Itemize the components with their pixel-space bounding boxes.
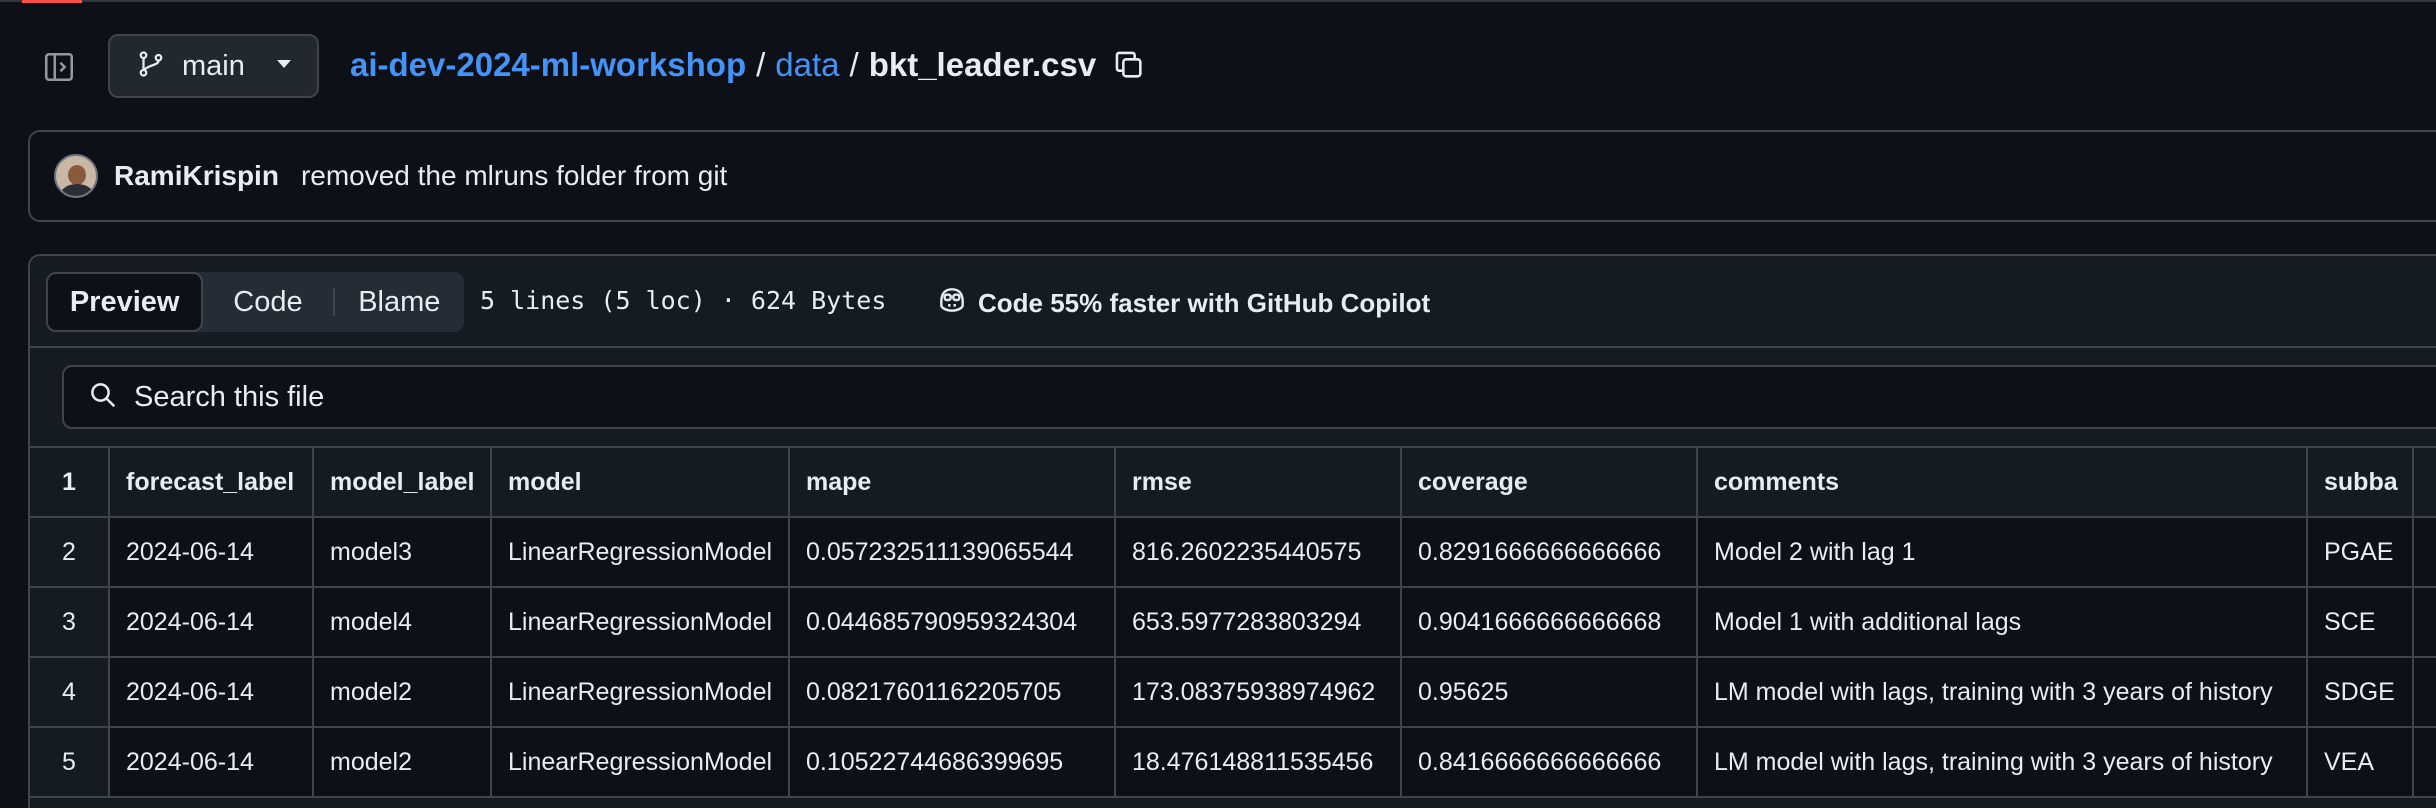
avatar[interactable] [54, 154, 98, 198]
breadcrumb: ai-dev-2024-ml-workshop / data / bkt_lea… [350, 46, 1146, 84]
line-number[interactable]: 3 [30, 588, 110, 656]
table-cell: Model 2 with lag 1 [1698, 518, 2308, 586]
copilot-promo-label: Code 55% faster with GitHub Copilot [978, 288, 1431, 318]
breadcrumb-file-name: bkt_leader.csv [868, 46, 1097, 83]
column-header: model_label [314, 448, 492, 516]
table-cell: PGAE [2308, 518, 2414, 586]
commit-message-link[interactable]: removed the mlruns folder from git [301, 160, 727, 192]
file-size-info: 5 lines (5 loc) · 624 Bytes [480, 286, 887, 315]
copilot-promo-link[interactable]: Code 55% faster with GitHub Copilot [936, 284, 1430, 323]
table-cell: 2024-06-14 [110, 588, 314, 656]
csv-table: 1 forecast_label model_label model mape … [30, 448, 2436, 798]
commit-author-link[interactable]: RamiKrispin [114, 160, 279, 192]
top-border [0, 0, 2436, 2]
table-cell: 0.95625 [1402, 658, 1698, 726]
table-cell: 816.2602235440575 [1116, 518, 1402, 586]
line-number[interactable]: 4 [30, 658, 110, 726]
table-cell: Model 1 with additional lags [1698, 588, 2308, 656]
table-row: 4 2024-06-14 model2 LinearRegressionMode… [30, 658, 2436, 728]
column-header: model [492, 448, 790, 516]
table-cell: 0.08217601162205705 [790, 658, 1116, 726]
search-placeholder: Search this file [134, 380, 325, 413]
table-cell: 0.8416666666666666 [1402, 728, 1698, 796]
latest-commit-bar: RamiKrispin removed the mlruns folder fr… [28, 130, 2436, 222]
top-accent-bar [22, 0, 82, 3]
breadcrumb-dir-link[interactable]: data [775, 46, 839, 84]
line-number[interactable]: 1 [30, 448, 110, 516]
table-cell: model2 [314, 728, 492, 796]
tab-code[interactable]: Code [203, 272, 332, 332]
table-cell: VEA [2308, 728, 2414, 796]
copilot-icon [936, 284, 968, 323]
table-cell: LinearRegressionModel [492, 658, 790, 726]
file-toolbar: Preview Code Blame 5 lines (5 loc) · 624… [30, 256, 2436, 348]
tab-blame[interactable]: Blame [335, 272, 464, 332]
table-cell: 0.8291666666666666 [1402, 518, 1698, 586]
line-number[interactable]: 5 [30, 728, 110, 796]
column-header: comments [1698, 448, 2308, 516]
table-row: 5 2024-06-14 model2 LinearRegressionMode… [30, 728, 2436, 798]
table-cell: 2024-06-14 [110, 658, 314, 726]
table-cell: LinearRegressionModel [492, 518, 790, 586]
table-cell: model2 [314, 658, 492, 726]
table-cell: LM model with lags, training with 3 year… [1698, 658, 2308, 726]
table-cell: LinearRegressionModel [492, 588, 790, 656]
file-viewer: Preview Code Blame 5 lines (5 loc) · 624… [28, 254, 2436, 808]
table-cell: LinearRegressionModel [492, 728, 790, 796]
breadcrumb-separator: / [849, 46, 859, 83]
view-mode-segmented-control: Preview Code Blame [46, 272, 464, 332]
branch-select-button[interactable]: main [108, 34, 319, 98]
file-header: main ai-dev-2024-ml-workshop / data / bk… [0, 32, 2436, 100]
table-cell: 0.057232511139065544 [790, 518, 1116, 586]
search-icon [88, 380, 118, 415]
breadcrumb-repo-link[interactable]: ai-dev-2024-ml-workshop [350, 46, 746, 84]
table-cell: SDGE [2308, 658, 2414, 726]
table-cell: LM model with lags, training with 3 year… [1698, 728, 2308, 796]
table-cell: 173.08375938974962 [1116, 658, 1402, 726]
chevron-down-icon [275, 57, 293, 75]
table-cell: model3 [314, 518, 492, 586]
table-cell: 2024-06-14 [110, 728, 314, 796]
table-cell: 0.044685790959324304 [790, 588, 1116, 656]
table-cell: 2024-06-14 [110, 518, 314, 586]
column-header: coverage [1402, 448, 1698, 516]
file-search-area: Search this file [30, 348, 2436, 448]
table-cell: 653.5977283803294 [1116, 588, 1402, 656]
table-header-row: 1 forecast_label model_label model mape … [30, 448, 2436, 518]
table-cell: 18.476148811535456 [1116, 728, 1402, 796]
table-cell: SCE [2308, 588, 2414, 656]
table-cell: model4 [314, 588, 492, 656]
git-branch-icon [136, 49, 166, 84]
search-input[interactable]: Search this file [62, 365, 2436, 429]
table-cell: 0.9041666666666668 [1402, 588, 1698, 656]
column-header: forecast_label [110, 448, 314, 516]
copy-path-icon[interactable] [1112, 48, 1146, 82]
line-number[interactable]: 2 [30, 518, 110, 586]
branch-name: main [182, 49, 245, 82]
column-header: mape [790, 448, 1116, 516]
table-row: 3 2024-06-14 model4 LinearRegressionMode… [30, 588, 2436, 658]
table-row: 2 2024-06-14 model3 LinearRegressionMode… [30, 518, 2436, 588]
column-header: subba [2308, 448, 2414, 516]
breadcrumb-separator: / [756, 46, 766, 83]
sidebar-expand-icon[interactable] [42, 50, 76, 84]
tab-preview[interactable]: Preview [46, 272, 204, 332]
column-header: rmse [1116, 448, 1402, 516]
table-cell: 0.10522744686399695 [790, 728, 1116, 796]
